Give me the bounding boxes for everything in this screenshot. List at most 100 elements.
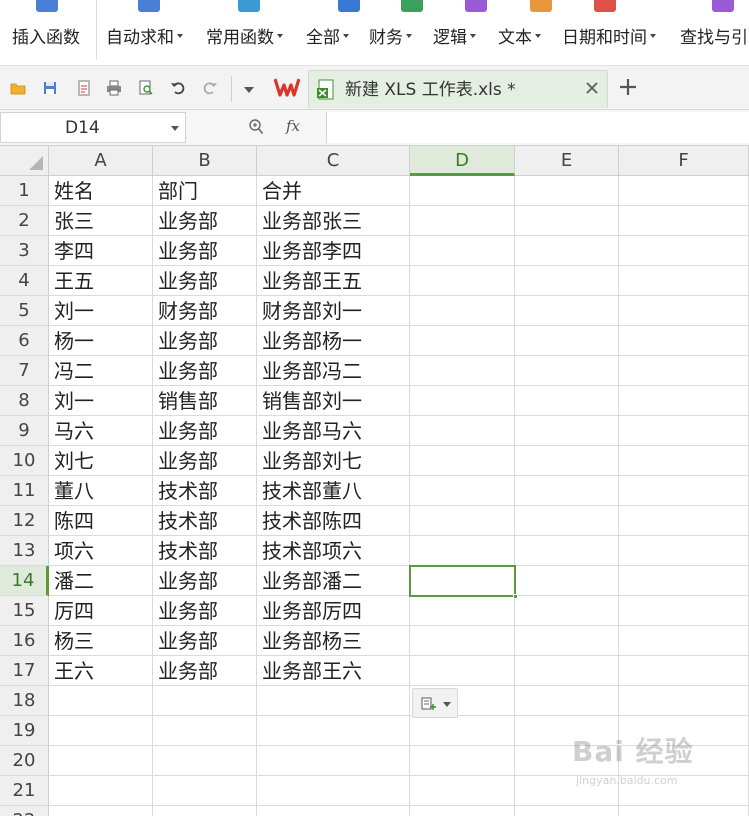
table-cell[interactable] — [619, 236, 749, 266]
table-cell[interactable]: 王六 — [49, 656, 153, 686]
row-header[interactable]: 4 — [0, 266, 49, 296]
table-cell[interactable] — [515, 626, 619, 656]
table-cell[interactable] — [153, 806, 257, 816]
row-header[interactable]: 17 — [0, 656, 49, 686]
table-cell[interactable] — [619, 716, 749, 746]
row-header[interactable]: 5 — [0, 296, 49, 326]
table-cell[interactable] — [410, 446, 515, 476]
table-cell[interactable] — [515, 416, 619, 446]
close-icon[interactable] — [583, 79, 601, 97]
row-header[interactable]: 3 — [0, 236, 49, 266]
table-cell[interactable]: 业务部 — [153, 416, 257, 446]
tab-workbook[interactable]: 新建 XLS 工作表.xls * — [308, 70, 608, 108]
table-cell[interactable] — [619, 386, 749, 416]
table-cell[interactable] — [619, 746, 749, 776]
table-cell[interactable] — [515, 476, 619, 506]
table-cell[interactable] — [619, 296, 749, 326]
table-cell[interactable]: 刘一 — [49, 296, 153, 326]
table-cell[interactable] — [619, 596, 749, 626]
table-cell[interactable] — [515, 356, 619, 386]
table-cell[interactable] — [410, 326, 515, 356]
table-cell[interactable]: 业务部刘七 — [257, 446, 410, 476]
table-cell[interactable] — [410, 416, 515, 446]
table-cell[interactable]: 业务部 — [153, 206, 257, 236]
table-cell[interactable] — [619, 356, 749, 386]
table-cell[interactable]: 技术部 — [153, 536, 257, 566]
table-cell[interactable]: 王五 — [49, 266, 153, 296]
table-cell[interactable]: 业务部 — [153, 596, 257, 626]
open-folder-icon[interactable] — [10, 80, 26, 96]
table-cell[interactable] — [257, 806, 410, 816]
row-header[interactable]: 20 — [0, 746, 49, 776]
table-cell[interactable]: 业务部李四 — [257, 236, 410, 266]
column-header-d[interactable]: D — [410, 146, 515, 176]
table-cell[interactable]: 业务部 — [153, 236, 257, 266]
table-cell[interactable] — [410, 506, 515, 536]
table-cell[interactable] — [515, 566, 619, 596]
table-cell[interactable]: 张三 — [49, 206, 153, 236]
table-cell[interactable]: 业务部 — [153, 566, 257, 596]
table-cell[interactable] — [515, 716, 619, 746]
table-cell[interactable] — [410, 266, 515, 296]
table-cell[interactable] — [49, 686, 153, 716]
table-cell[interactable]: 技术部 — [153, 506, 257, 536]
table-cell[interactable] — [619, 536, 749, 566]
table-cell[interactable] — [515, 806, 619, 816]
table-cell[interactable] — [410, 176, 515, 206]
row-header[interactable]: 15 — [0, 596, 49, 626]
table-cell[interactable] — [515, 176, 619, 206]
table-cell[interactable]: 业务部 — [153, 266, 257, 296]
table-cell[interactable] — [49, 746, 153, 776]
table-cell[interactable]: 马六 — [49, 416, 153, 446]
table-cell[interactable] — [410, 476, 515, 506]
table-cell[interactable] — [410, 626, 515, 656]
table-cell[interactable] — [515, 446, 619, 476]
table-cell[interactable] — [410, 746, 515, 776]
table-cell[interactable] — [515, 386, 619, 416]
table-cell[interactable] — [619, 686, 749, 716]
table-cell[interactable]: 董八 — [49, 476, 153, 506]
table-cell[interactable] — [515, 296, 619, 326]
row-header[interactable]: 14 — [0, 566, 49, 596]
table-cell[interactable]: 潘二 — [49, 566, 153, 596]
row-header[interactable]: 10 — [0, 446, 49, 476]
table-cell[interactable] — [515, 656, 619, 686]
table-cell[interactable]: 厉四 — [49, 596, 153, 626]
save-icon[interactable] — [42, 80, 58, 96]
table-cell[interactable]: 姓名 — [49, 176, 153, 206]
column-header-c[interactable]: C — [257, 146, 410, 176]
row-header[interactable]: 13 — [0, 536, 49, 566]
table-cell[interactable] — [619, 626, 749, 656]
table-cell[interactable]: 业务部王六 — [257, 656, 410, 686]
table-cell[interactable] — [619, 776, 749, 806]
redo-icon[interactable] — [202, 80, 218, 96]
table-cell[interactable] — [410, 236, 515, 266]
column-header-b[interactable]: B — [153, 146, 257, 176]
table-cell[interactable] — [619, 326, 749, 356]
table-cell[interactable]: 冯二 — [49, 356, 153, 386]
table-cell[interactable]: 技术部董八 — [257, 476, 410, 506]
column-header-e[interactable]: E — [515, 146, 619, 176]
table-cell[interactable]: 业务部 — [153, 326, 257, 356]
chevron-down-icon[interactable] — [443, 702, 451, 707]
print-preview-icon[interactable] — [138, 80, 154, 96]
row-header[interactable]: 12 — [0, 506, 49, 536]
paste-options-button[interactable] — [412, 688, 458, 718]
table-cell[interactable] — [49, 716, 153, 746]
table-cell[interactable] — [619, 206, 749, 236]
table-cell[interactable]: 刘一 — [49, 386, 153, 416]
table-cell[interactable] — [515, 596, 619, 626]
formula-input[interactable] — [326, 112, 749, 143]
table-cell[interactable] — [619, 416, 749, 446]
row-header[interactable]: 21 — [0, 776, 49, 806]
table-cell[interactable] — [257, 746, 410, 776]
table-cell[interactable] — [410, 386, 515, 416]
table-cell[interactable]: 业务部马六 — [257, 416, 410, 446]
table-cell[interactable] — [515, 686, 619, 716]
table-cell[interactable] — [410, 536, 515, 566]
table-cell[interactable]: 技术部陈四 — [257, 506, 410, 536]
table-cell[interactable] — [410, 206, 515, 236]
table-cell[interactable] — [49, 776, 153, 806]
zoom-lookup-icon[interactable] — [248, 118, 264, 136]
row-header[interactable]: 1 — [0, 176, 49, 206]
